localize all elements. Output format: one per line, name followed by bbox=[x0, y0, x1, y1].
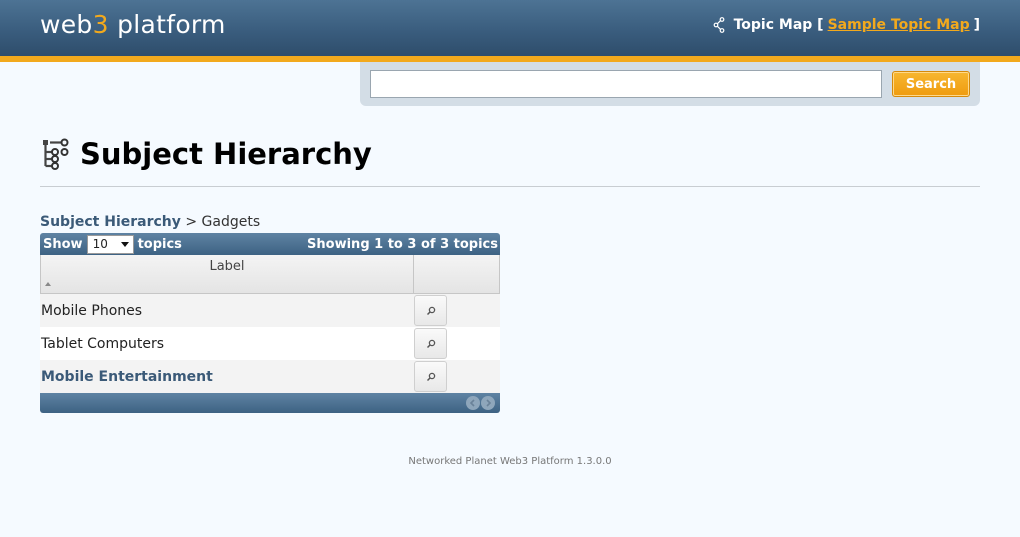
view-topic-button[interactable] bbox=[414, 328, 447, 359]
search-input[interactable] bbox=[370, 70, 882, 98]
search-icon bbox=[426, 372, 435, 381]
logo-suffix: platform bbox=[108, 10, 226, 39]
search-icon bbox=[426, 306, 435, 315]
app-header: web3 platform Topic Map [ Sample Topic M… bbox=[0, 0, 1020, 56]
row-label: Mobile Phones bbox=[41, 302, 143, 319]
row-actions bbox=[414, 294, 500, 327]
breadcrumb-separator: > bbox=[185, 214, 198, 230]
topic-map-link[interactable]: Sample Topic Map bbox=[828, 17, 970, 33]
view-topic-button[interactable] bbox=[414, 295, 447, 326]
table-header: Label bbox=[40, 255, 500, 294]
arrow-right-icon bbox=[486, 399, 492, 407]
topics-table: Show 10 topics Showing 1 to 3 of 3 topic… bbox=[40, 233, 500, 413]
hierarchy-icon bbox=[43, 138, 69, 170]
logo[interactable]: web3 platform bbox=[40, 10, 226, 39]
view-topic-button[interactable] bbox=[414, 361, 447, 392]
breadcrumb-root-link[interactable]: Subject Hierarchy bbox=[40, 214, 181, 230]
row-actions bbox=[414, 327, 500, 360]
table-row[interactable]: Tablet Computers bbox=[40, 327, 500, 360]
footer-version: Networked Planet Web3 Platform 1.3.0.0 bbox=[408, 456, 612, 467]
row-label: Tablet Computers bbox=[41, 335, 165, 352]
page-size-value: 10 bbox=[92, 237, 108, 251]
topics-label: topics bbox=[137, 236, 182, 252]
table-footer bbox=[40, 393, 500, 413]
previous-page-button[interactable] bbox=[466, 396, 480, 410]
topic-map-icon bbox=[713, 17, 724, 33]
page-title-row: Subject Hierarchy bbox=[40, 137, 372, 171]
search-icon bbox=[426, 339, 435, 348]
table-toolbar: Show 10 topics Showing 1 to 3 of 3 topic… bbox=[40, 233, 500, 255]
table-row[interactable]: Mobile Entertainment bbox=[40, 360, 500, 393]
column-header-label-text: Label bbox=[209, 259, 245, 274]
row-actions bbox=[414, 360, 500, 393]
logo-prefix: web bbox=[40, 10, 93, 39]
breadcrumb: Subject Hierarchy > Gadgets bbox=[40, 214, 260, 230]
page-size-select[interactable]: 10 bbox=[86, 234, 134, 254]
pagination bbox=[466, 396, 495, 410]
row-label: Mobile Entertainment bbox=[41, 368, 213, 385]
search-button[interactable]: Search bbox=[892, 71, 970, 97]
next-page-button[interactable] bbox=[481, 396, 495, 410]
table-info: Showing 1 to 3 of 3 topics bbox=[307, 236, 498, 252]
show-label: Show bbox=[43, 236, 83, 252]
table-row[interactable]: Mobile Phones bbox=[40, 294, 500, 327]
column-header-actions bbox=[414, 255, 499, 293]
page-length-control: Show 10 topics bbox=[43, 234, 182, 254]
search-panel: Search bbox=[360, 62, 980, 106]
logo-accent: 3 bbox=[92, 10, 109, 39]
column-header-label[interactable]: Label bbox=[41, 255, 414, 293]
topic-map-selector: Topic Map [ Sample Topic Map ] bbox=[712, 17, 980, 33]
title-divider bbox=[40, 186, 980, 187]
page-title: Subject Hierarchy bbox=[80, 137, 372, 171]
sort-ascending-icon bbox=[45, 282, 51, 286]
chevron-down-icon bbox=[120, 241, 129, 247]
breadcrumb-current: Gadgets bbox=[201, 214, 261, 230]
topic-map-close: ] bbox=[973, 17, 980, 33]
topic-map-label: Topic Map [ bbox=[733, 17, 824, 33]
arrow-left-icon bbox=[469, 399, 475, 407]
